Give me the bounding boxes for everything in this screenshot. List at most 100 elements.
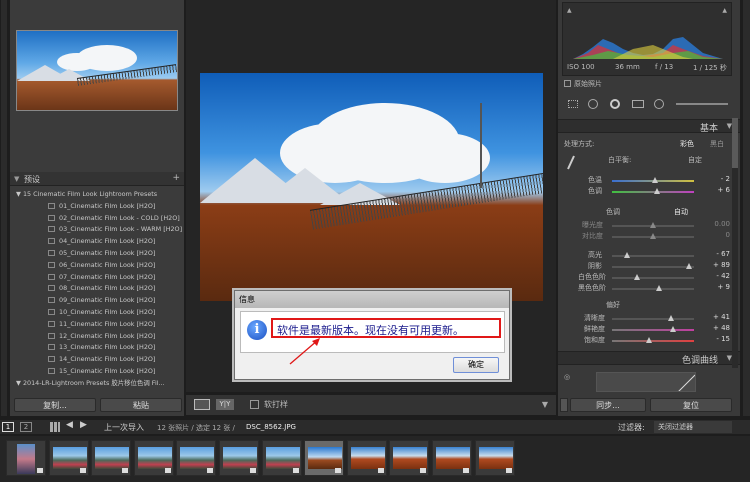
preset-item[interactable]: 05_Cinematic Film Look [H2O]: [10, 247, 184, 259]
shadow-clip-icon[interactable]: ▲: [567, 7, 572, 14]
toolbar-menu-icon[interactable]: ▼: [542, 400, 548, 409]
wb-value[interactable]: 自定: [688, 155, 702, 165]
preset-item[interactable]: 02_Cinematic Film Look - COLD [H2O]: [10, 212, 184, 224]
whites-slider[interactable]: [612, 274, 694, 280]
compare-view-button[interactable]: Y|Y: [216, 399, 234, 410]
copy-settings-button[interactable]: 复制...: [14, 398, 96, 412]
crop-tool-icon[interactable]: [568, 100, 578, 108]
tint-value[interactable]: + 6: [717, 186, 730, 194]
contrast-slider[interactable]: [612, 233, 694, 239]
red-eye-icon[interactable]: [610, 99, 620, 109]
treatment-color[interactable]: 彩色: [680, 139, 694, 149]
preset-label: 01_Cinematic Film Look [H2O]: [59, 201, 156, 210]
tint-slider[interactable]: [612, 188, 694, 194]
window-1-button[interactable]: 1: [2, 422, 14, 432]
eyedropper-icon[interactable]: [566, 155, 576, 171]
filmstrip-thumbnail[interactable]: [219, 440, 259, 476]
clarity-value[interactable]: + 41: [713, 313, 730, 321]
back-arrow-icon[interactable]: ◀: [66, 420, 73, 430]
saturation-value[interactable]: - 15: [716, 335, 730, 343]
blacks-value[interactable]: + 9: [717, 283, 730, 291]
preset-item[interactable]: 08_Cinematic Film Look [H2O]: [10, 282, 184, 294]
loupe-view-icon[interactable]: [194, 399, 210, 410]
vibrance-slider[interactable]: [612, 326, 694, 332]
folder-triangle-icon[interactable]: ▼: [16, 379, 23, 387]
preset-item[interactable]: 12_Cinematic Film Look [H2O]: [10, 330, 184, 342]
original-photo-checkbox[interactable]: [564, 80, 571, 87]
preset-item[interactable]: 04_Cinematic Film Look [H2O]: [10, 235, 184, 247]
auto-tone-button[interactable]: 自动: [674, 207, 688, 217]
shadows-value[interactable]: + 89: [713, 261, 730, 269]
highlights-slider[interactable]: [612, 252, 694, 258]
temp-slider[interactable]: [612, 177, 694, 183]
highlights-value[interactable]: - 67: [716, 250, 730, 258]
preset-folder[interactable]: ▼ 15 Cinematic Film Look Lightroom Prese…: [10, 188, 184, 200]
sync-button[interactable]: 同步...: [570, 398, 646, 412]
blacks-slider[interactable]: [612, 285, 694, 291]
tone-curve-graph[interactable]: [596, 372, 696, 392]
temp-value[interactable]: - 2: [721, 175, 730, 183]
paste-settings-button[interactable]: 粘贴: [100, 398, 182, 412]
window-2-button[interactable]: 2: [20, 422, 32, 432]
filmstrip-thumbnail[interactable]: [346, 440, 387, 476]
filmstrip-thumbnail[interactable]: [261, 440, 302, 476]
brush-slider[interactable]: [676, 103, 728, 105]
presets-header[interactable]: ▼ 预设 +: [10, 172, 184, 186]
collapse-triangle-icon[interactable]: ▼: [14, 175, 19, 183]
basic-title: 基本: [699, 124, 718, 134]
preset-folder[interactable]: ▼ 2014-LR-Lightroom Presets 胶片移位色调 Fil..…: [10, 377, 184, 389]
thumbnail-image: [137, 447, 172, 469]
filmstrip-thumbnail[interactable]: [6, 440, 46, 476]
highlight-clip-icon[interactable]: ▲: [722, 7, 727, 14]
saturation-slider[interactable]: [612, 337, 694, 343]
tone-curve-header[interactable]: 色调曲线 ▼: [558, 351, 740, 366]
forward-arrow-icon[interactable]: ▶: [80, 420, 87, 430]
contrast-label: 对比度: [582, 232, 603, 240]
grid-view-icon[interactable]: [50, 422, 60, 432]
shadows-label: 阴影: [588, 262, 602, 270]
preset-item[interactable]: 14_Cinematic Film Look [H2O]: [10, 353, 184, 365]
spot-removal-icon[interactable]: [588, 99, 598, 109]
filmstrip-thumbnail[interactable]: [48, 440, 89, 476]
preset-item[interactable]: 11_Cinematic Film Look [H2O]: [10, 318, 184, 330]
preset-item[interactable]: 06_Cinematic Film Look [H2O]: [10, 259, 184, 271]
filmstrip-thumbnail[interactable]: [304, 440, 345, 476]
whites-value[interactable]: - 42: [716, 272, 730, 280]
graduated-filter-icon[interactable]: [632, 100, 644, 108]
preset-item[interactable]: 03_Cinematic Film Look - WARM [H2O]: [10, 223, 184, 235]
treatment-bw[interactable]: 黑白: [710, 139, 724, 149]
preset-item[interactable]: 15_Cinematic Film Look [H2O]: [10, 365, 184, 377]
exposure-value[interactable]: 0.00: [714, 220, 730, 228]
filmstrip-thumbnail[interactable]: [91, 440, 132, 476]
preset-item[interactable]: 09_Cinematic Film Look [H2O]: [10, 294, 184, 306]
shadows-slider[interactable]: [612, 263, 694, 269]
ok-button[interactable]: 确定: [453, 357, 499, 373]
basic-header[interactable]: 基本 ▼: [558, 119, 740, 134]
filter-dropdown[interactable]: 关闭过滤器: [654, 421, 732, 433]
contrast-value[interactable]: 0: [726, 231, 730, 239]
navigator-preview[interactable]: [16, 30, 178, 111]
radial-filter-icon[interactable]: [654, 99, 664, 109]
filmstrip-thumbnail[interactable]: [176, 440, 217, 476]
source-label[interactable]: 上一次导入: [104, 422, 144, 433]
clarity-slider[interactable]: [612, 315, 694, 321]
preset-item[interactable]: 07_Cinematic Film Look [H2O]: [10, 271, 184, 283]
right-panel-scrollbar[interactable]: [732, 118, 738, 368]
filmstrip-thumbnail[interactable]: [432, 440, 472, 476]
exposure-slider[interactable]: [612, 222, 694, 228]
filmstrip-thumbnail[interactable]: [474, 440, 515, 476]
target-adjust-icon[interactable]: ◎: [564, 373, 570, 381]
folder-triangle-icon[interactable]: ▼: [16, 190, 23, 198]
reset-button[interactable]: 复位: [650, 398, 732, 412]
preset-item[interactable]: 13_Cinematic Film Look [H2O]: [10, 341, 184, 353]
thumbnail-image: [95, 447, 130, 469]
preset-item[interactable]: 01_Cinematic Film Look [H2O]: [10, 200, 184, 212]
vibrance-value[interactable]: + 48: [713, 324, 730, 332]
sync-toggle[interactable]: [560, 398, 568, 412]
filmstrip-thumbnail[interactable]: [133, 440, 174, 476]
preset-item[interactable]: 10_Cinematic Film Look [H2O]: [10, 306, 184, 318]
preset-icon: [48, 356, 55, 363]
filmstrip-thumbnail[interactable]: [389, 440, 430, 476]
add-preset-icon[interactable]: +: [172, 173, 180, 183]
soft-proof-checkbox[interactable]: [250, 400, 259, 409]
